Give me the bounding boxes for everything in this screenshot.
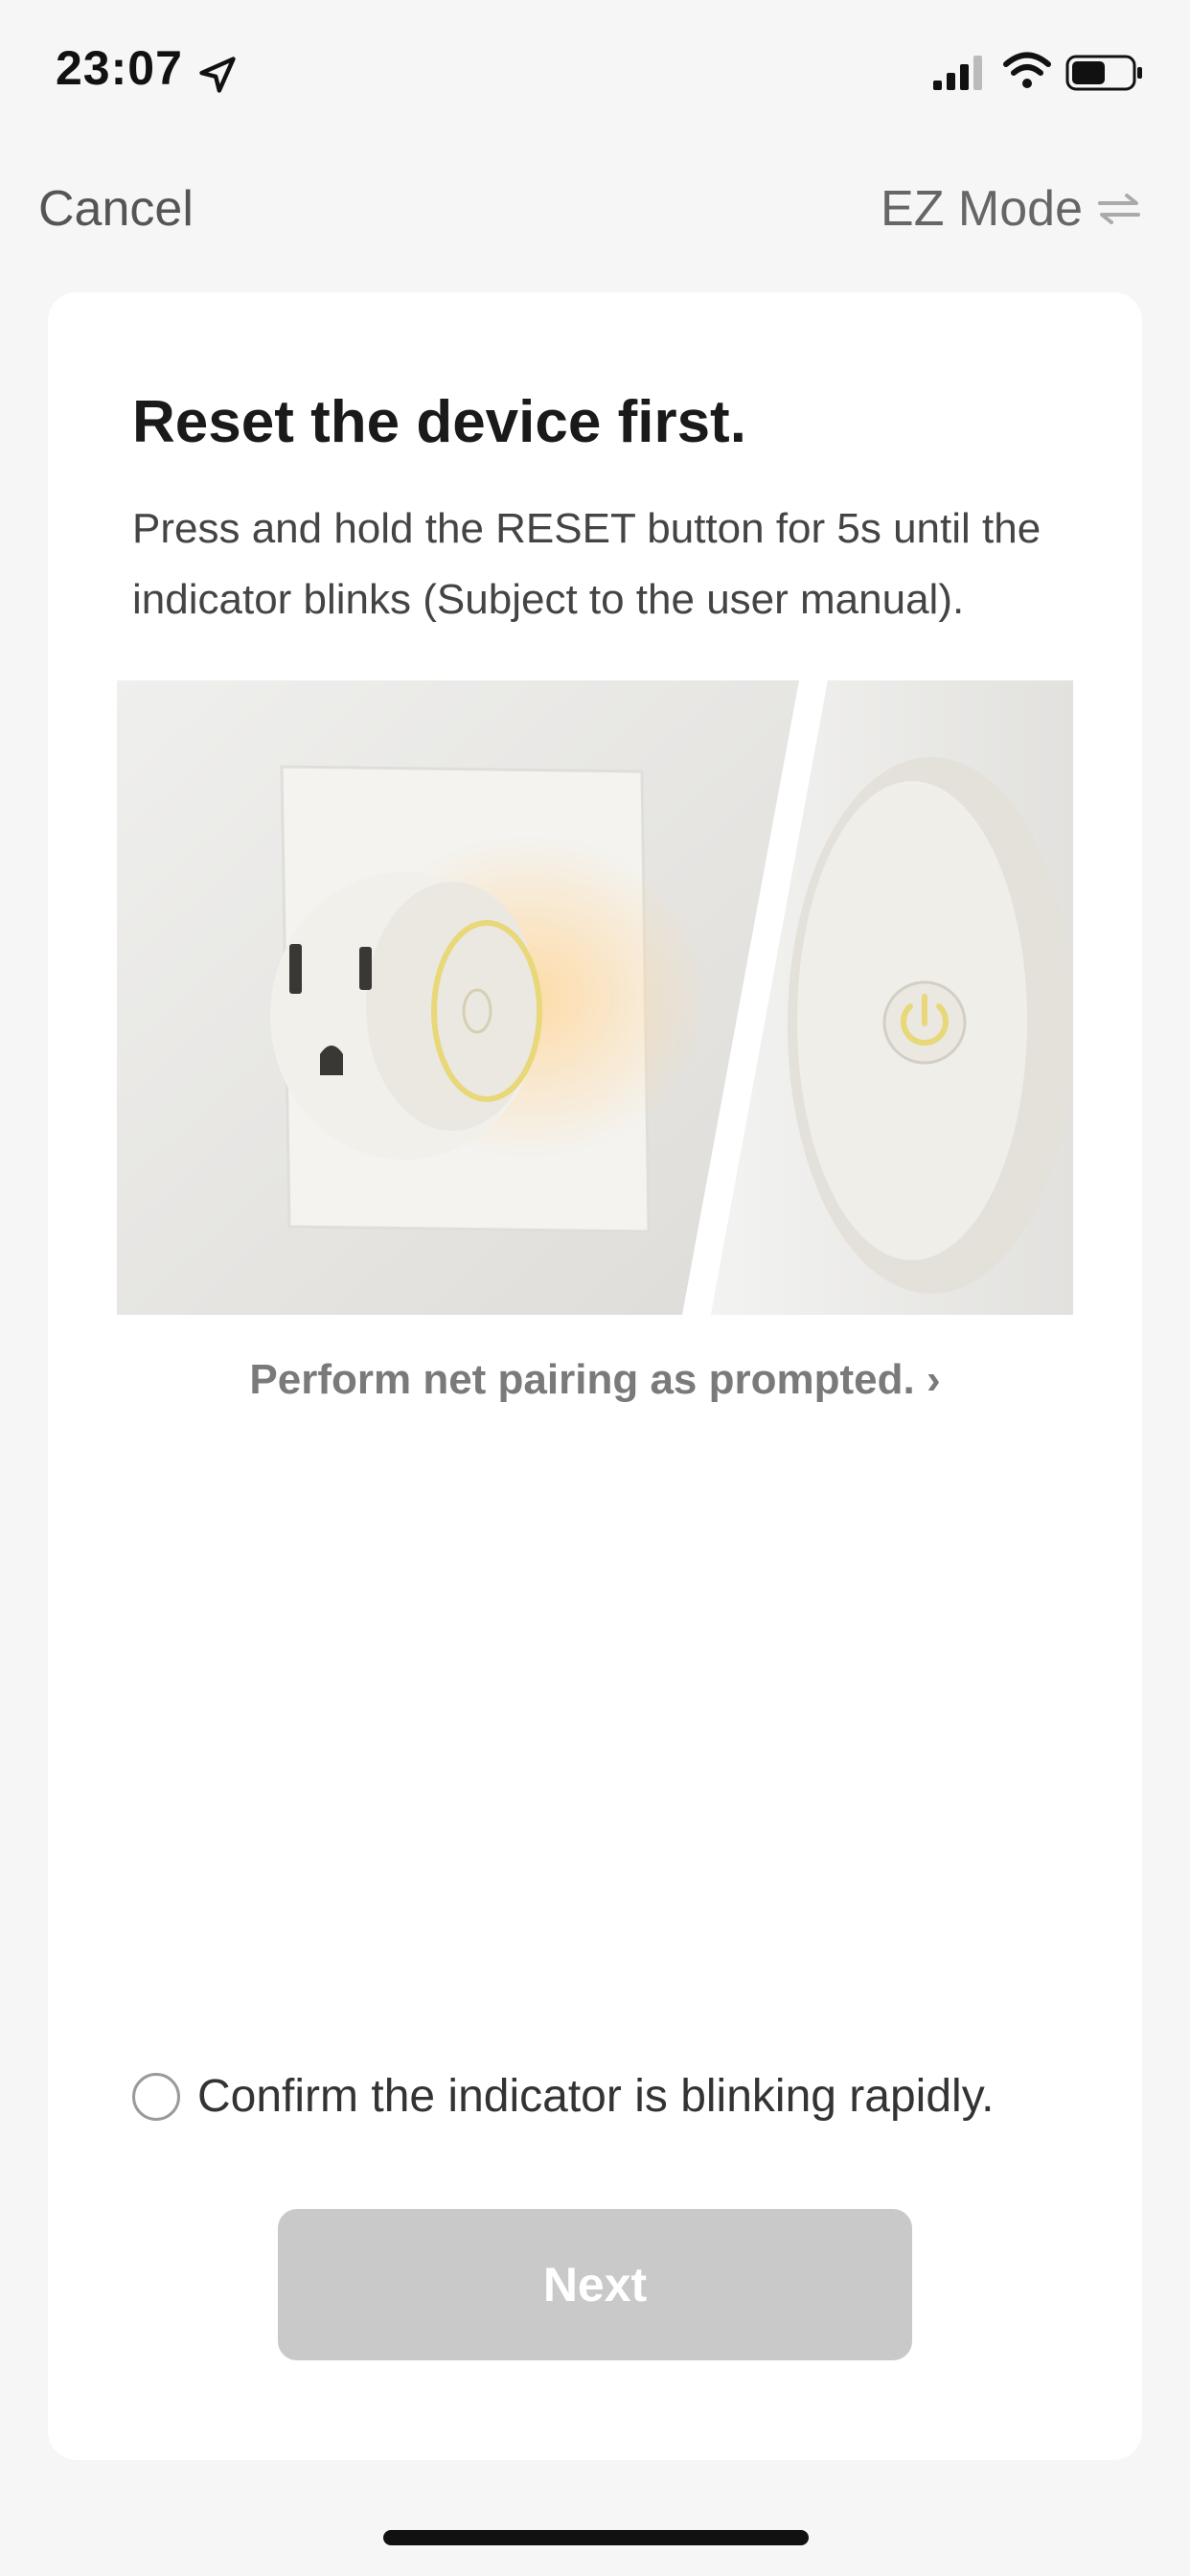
cellular-signal-icon bbox=[933, 56, 982, 90]
swap-icon bbox=[1098, 194, 1140, 224]
cancel-button[interactable]: Cancel bbox=[38, 180, 194, 238]
next-button[interactable]: Next bbox=[278, 2209, 912, 2360]
location-arrow-icon bbox=[199, 57, 236, 93]
page-title: Reset the device first. bbox=[132, 389, 746, 455]
net-pairing-link[interactable]: Perform net pairing as prompted. › bbox=[48, 1356, 1142, 1404]
smart-plug-illustration bbox=[117, 680, 1073, 1315]
status-bar: 23:07 bbox=[0, 0, 1190, 144]
instruction-text: Press and hold the RESET button for 5s u… bbox=[132, 505, 1041, 623]
home-indicator[interactable] bbox=[383, 2530, 809, 2545]
radio-button[interactable] bbox=[132, 2072, 180, 2121]
confirm-blinking-option[interactable]: Confirm the indicator is blinking rapidl… bbox=[132, 2070, 994, 2123]
ez-mode-button[interactable]: EZ Mode bbox=[881, 180, 1142, 238]
mode-label: EZ Mode bbox=[881, 181, 1083, 237]
instruction-card: Reset the device first. Press and hold t… bbox=[48, 292, 1142, 2460]
status-time: 23:07 bbox=[56, 41, 183, 95]
battery-icon bbox=[1065, 55, 1142, 91]
confirm-label: Confirm the indicator is blinking rapidl… bbox=[197, 2071, 995, 2122]
wifi-icon bbox=[1003, 52, 1051, 88]
